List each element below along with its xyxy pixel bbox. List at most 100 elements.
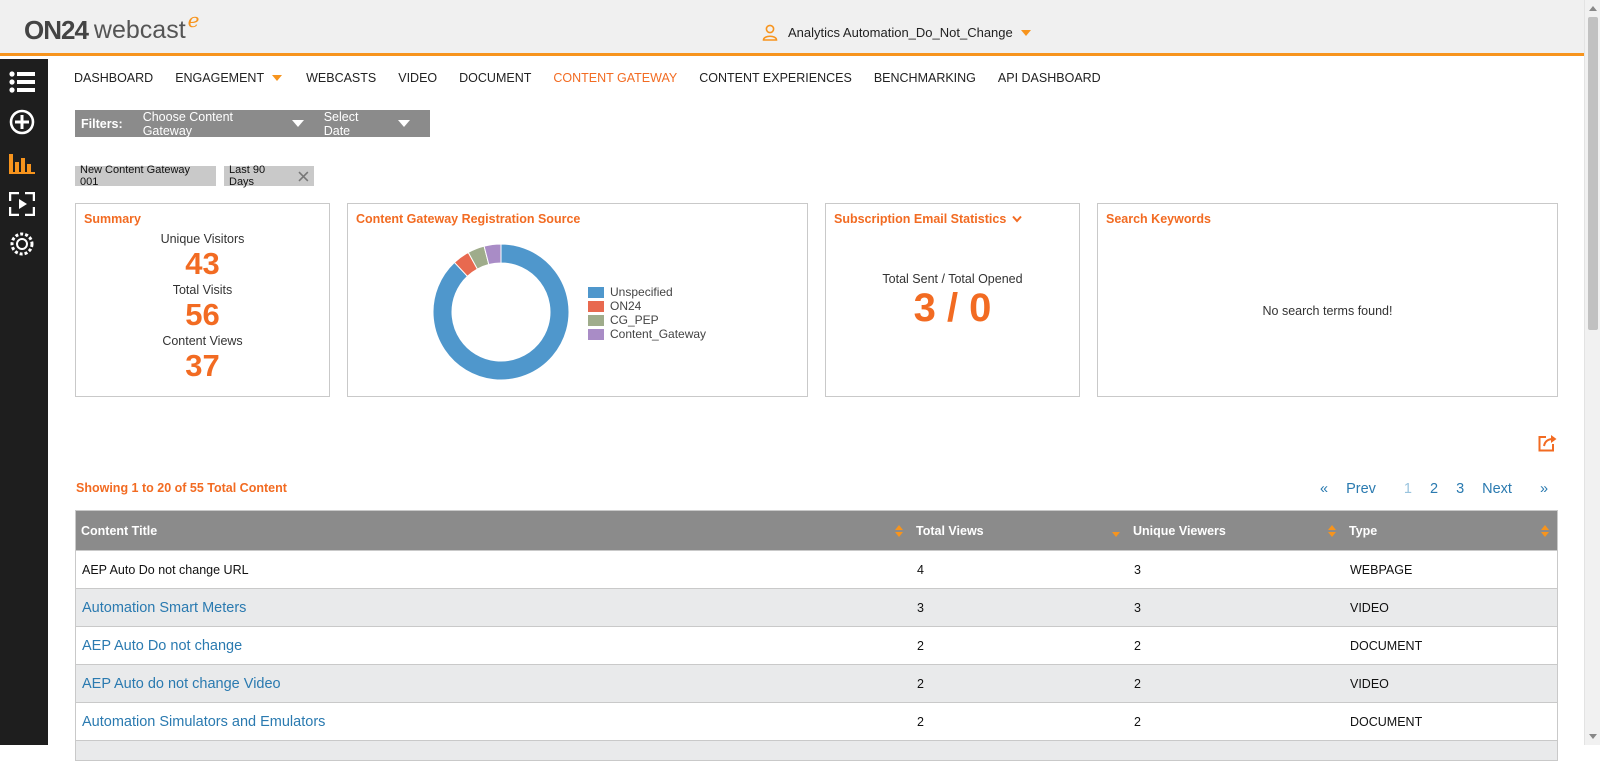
- nav-api-dashboard[interactable]: API DASHBOARD: [998, 71, 1101, 85]
- scroll-up-icon[interactable]: [1589, 6, 1597, 11]
- export-icon[interactable]: [1538, 434, 1557, 457]
- row-title-link[interactable]: Automation Smart Meters: [76, 600, 911, 616]
- next-page-button[interactable]: Next: [1482, 481, 1512, 497]
- last-page-button[interactable]: »: [1540, 481, 1548, 497]
- showing-count: Showing 1 to 20 of 55 Total Content: [76, 481, 287, 495]
- total-visits-label: Total Visits: [172, 283, 233, 297]
- chevron-down-icon: [291, 120, 304, 127]
- filter-bar: Filters: Choose Content Gateway Select D…: [75, 110, 430, 138]
- content-gateway-dropdown[interactable]: Choose Content Gateway: [143, 110, 304, 138]
- table-row: Automation Simulators and Emulators 2 2 …: [76, 702, 1557, 740]
- nav-content-gateway[interactable]: CONTENT GATEWAY: [553, 71, 677, 85]
- gateway-filter-tag: New Content Gateway 001: [75, 164, 216, 188]
- email-stats-panel: Subscription Email Statistics Total Sent…: [825, 203, 1080, 397]
- logo-product: webcast: [93, 16, 186, 44]
- row-total-views: 2: [917, 638, 924, 653]
- legend-item[interactable]: Unspecified: [588, 285, 706, 299]
- legend-item[interactable]: CG_PEP: [588, 313, 706, 327]
- page-3-button[interactable]: 3: [1456, 481, 1464, 497]
- header-total-views[interactable]: Total Views: [911, 511, 1128, 550]
- total-visits-value: 56: [185, 297, 220, 332]
- search-keywords-panel: Search Keywords No search terms found!: [1097, 203, 1558, 397]
- row-title-link[interactable]: AEP Auto do not change Video: [76, 676, 911, 692]
- logo-suffix: e: [187, 8, 200, 32]
- nav-dashboard[interactable]: DASHBOARD: [74, 71, 153, 85]
- sidebar: [0, 59, 48, 745]
- chevron-down-icon: [1012, 215, 1023, 223]
- analytics-bar-icon[interactable]: [8, 148, 36, 176]
- main-nav: DASHBOARD ENGAGEMENT WEBCASTS VIDEO DOCU…: [74, 71, 1123, 85]
- row-type: VIDEO: [1350, 600, 1389, 615]
- nav-video[interactable]: VIDEO: [398, 71, 437, 85]
- row-title-link[interactable]: Automation Simulators and Emulators: [76, 714, 911, 730]
- row-total-views: 2: [917, 714, 924, 729]
- total-sent-opened-label: Total Sent / Total Opened: [882, 272, 1023, 286]
- legend-swatch: [588, 314, 604, 326]
- sort-icon: [1328, 525, 1336, 537]
- user-menu[interactable]: Analytics Automation_Do_Not_Change: [762, 24, 1031, 41]
- table-row: AEP Auto Do not change URL 4 3 WEBPAGE: [76, 550, 1557, 588]
- legend-label: Content_Gateway: [610, 327, 707, 341]
- scroll-thumb[interactable]: [1588, 17, 1598, 330]
- row-title-link[interactable]: AEP Auto Do not change: [76, 638, 911, 654]
- page-2-button[interactable]: 2: [1430, 481, 1438, 497]
- header-type[interactable]: Type: [1344, 511, 1557, 550]
- scroll-down-icon[interactable]: [1589, 734, 1597, 739]
- table-row: Automation Smart Meters 3 3 VIDEO: [76, 588, 1557, 626]
- page-1-button[interactable]: 1: [1404, 481, 1412, 497]
- legend-item[interactable]: Content_Gateway: [588, 327, 706, 341]
- chevron-down-icon: [1020, 29, 1031, 36]
- nav-webcasts[interactable]: WEBCASTS: [306, 71, 376, 85]
- row-total-views: 2: [917, 676, 924, 691]
- sort-icon: [1541, 525, 1549, 537]
- row-total-views: 3: [917, 600, 924, 615]
- nav-content-experiences[interactable]: CONTENT EXPERIENCES: [699, 71, 852, 85]
- no-search-terms-message: No search terms found!: [1262, 304, 1393, 318]
- row-unique-viewers: 3: [1134, 562, 1141, 577]
- email-stats-title[interactable]: Subscription Email Statistics: [834, 212, 1023, 226]
- media-player-icon[interactable]: [8, 190, 36, 218]
- chevron-down-icon: [272, 75, 283, 81]
- add-circle-icon[interactable]: [8, 108, 36, 136]
- page-scrollbar[interactable]: [1584, 0, 1600, 745]
- chart-legend: Unspecified ON24 CG_PEP Content_Gateway: [588, 285, 706, 341]
- table-row: AEP Auto do not change Video 2 2 VIDEO: [76, 664, 1557, 702]
- gear-dotted-icon[interactable]: [8, 230, 36, 258]
- prev-page-button[interactable]: Prev: [1346, 481, 1376, 497]
- nav-engagement[interactable]: ENGAGEMENT: [175, 71, 283, 85]
- header-content-title[interactable]: Content Title: [76, 511, 911, 550]
- date-filter-tag: Last 90 Days: [224, 164, 314, 188]
- legend-item[interactable]: ON24: [588, 299, 706, 313]
- filters-label: Filters:: [81, 116, 123, 131]
- row-type: WEBPAGE: [1350, 562, 1413, 577]
- on24-logo[interactable]: ON24 webcast e: [24, 8, 199, 45]
- registration-title: Content Gateway Registration Source: [356, 212, 581, 226]
- summary-panel: Summary Unique Visitors 43 Total Visits …: [75, 203, 330, 397]
- nav-benchmarking[interactable]: BENCHMARKING: [874, 71, 976, 85]
- row-type: VIDEO: [1350, 676, 1389, 691]
- content-views-label: Content Views: [162, 334, 243, 348]
- list-icon[interactable]: [8, 68, 36, 96]
- logo-brand: ON24: [24, 15, 89, 45]
- user-name: Analytics Automation_Do_Not_Change: [788, 25, 1013, 40]
- nav-document[interactable]: DOCUMENT: [459, 71, 531, 85]
- legend-swatch: [588, 300, 604, 312]
- sort-icon: [1112, 532, 1120, 537]
- total-sent-opened-value: 3 / 0: [913, 286, 992, 330]
- first-page-button[interactable]: «: [1320, 481, 1328, 497]
- close-icon[interactable]: [298, 171, 309, 182]
- registration-donut-chart: [432, 243, 570, 381]
- table-row: AEP Auto Do not change 2 2 DOCUMENT: [76, 626, 1557, 664]
- date-dropdown[interactable]: Select Date: [324, 110, 410, 138]
- row-unique-viewers: 3: [1134, 600, 1141, 615]
- registration-source-panel: Content Gateway Registration Source Unsp…: [347, 203, 808, 397]
- user-icon: [762, 24, 778, 41]
- row-type: DOCUMENT: [1350, 638, 1423, 653]
- unique-visitors-label: Unique Visitors: [160, 232, 245, 246]
- sort-icon: [895, 525, 903, 537]
- legend-label: ON24: [610, 299, 642, 313]
- content-views-value: 37: [185, 348, 220, 383]
- header-unique-viewers[interactable]: Unique Viewers: [1128, 511, 1344, 550]
- row-total-views: 4: [917, 562, 924, 577]
- donut-slice-unspecified[interactable]: [432, 243, 570, 381]
